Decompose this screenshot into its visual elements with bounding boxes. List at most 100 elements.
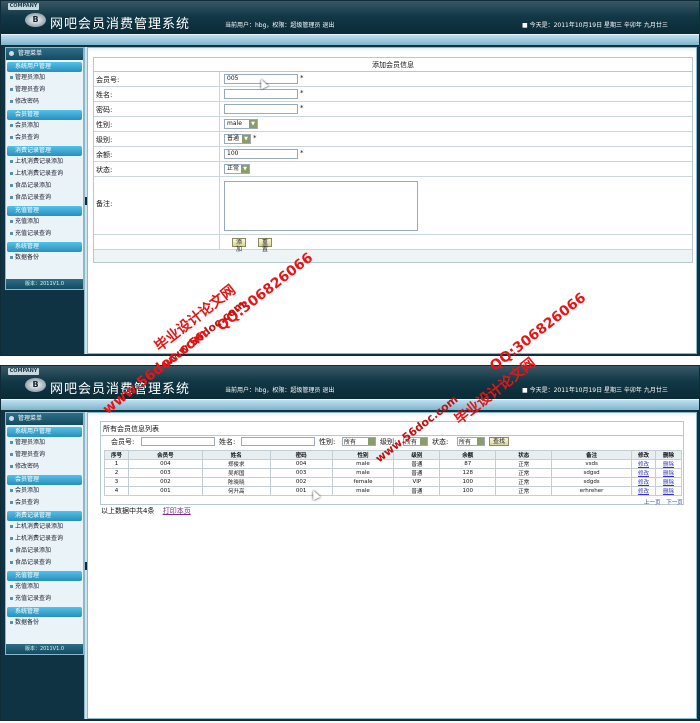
menu-item-backup[interactable]: 数据备份	[6, 617, 83, 629]
edit-link[interactable]: 修改	[638, 480, 649, 486]
menu-item-recharge-query[interactable]: 充值记录查询	[6, 593, 83, 605]
search-name-input[interactable]	[241, 437, 315, 446]
edit-link[interactable]: 修改	[638, 489, 649, 495]
search-button[interactable]: 查找	[489, 437, 510, 446]
gender-select[interactable]: male ▼	[224, 119, 258, 129]
delete-link[interactable]: 删除	[663, 462, 674, 468]
menu-item-food-query[interactable]: 食品记录查询	[6, 192, 83, 204]
delete-link[interactable]: 删除	[663, 480, 674, 486]
menu-item-food-query[interactable]: 食品记录查询	[6, 557, 83, 569]
menu-group-system-users[interactable]: 系统用户管理	[7, 62, 82, 72]
table-row: 3 002 陈晓晓 002 female VIP 100 正常 sdgds 修改 删除	[104, 477, 683, 487]
chevron-down-icon[interactable]	[477, 438, 484, 445]
search-status-select[interactable]: 所有	[457, 437, 485, 446]
menu-item-session-query[interactable]: 上机消费记录查询	[6, 168, 83, 180]
add-member-form: 添加会员信息 会员号: 005 * 姓名: * 密码: * 性别: male ▼ 级…	[93, 57, 693, 263]
prev-page-link[interactable]: 上一页	[644, 500, 661, 506]
row-name: 姓名: *	[94, 87, 692, 102]
menu-item-food-add[interactable]: 食品记录添加	[6, 545, 83, 557]
chevron-down-icon[interactable]: ▼	[249, 120, 257, 128]
edit-link[interactable]: 修改	[638, 462, 649, 468]
app-window-member-list: COMPANY B 网吧会员消费管理系统 当前用户：hbg，权限：超级管理员 退…	[0, 365, 700, 721]
sidebar-menu: 管理菜单 系统用户管理 管理员添加 管理员查询 修改密码 会员管理 会员添加 会…	[5, 47, 84, 290]
delete-link[interactable]: 删除	[663, 489, 674, 495]
user-info[interactable]: 当前用户：hbg，权限：超级管理员 退出	[225, 385, 334, 394]
required-mark: *	[300, 104, 304, 112]
menu-item-food-add[interactable]: 食品记录添加	[6, 180, 83, 192]
col-header: 删除	[654, 450, 683, 460]
menu-item-admin-add[interactable]: 管理员添加	[6, 72, 83, 84]
status-label: 状态:	[96, 166, 113, 174]
menu-group-system-users[interactable]: 系统用户管理	[7, 427, 82, 437]
menu-item-admin-add[interactable]: 管理员添加	[6, 437, 83, 449]
menu-item-recharge-query[interactable]: 充值记录查询	[6, 228, 83, 240]
member-list-panel: 所有会员信息列表 会员号: 姓名: 性别: 所有 级别: 所有 状态: 所有 查…	[100, 421, 684, 506]
menu-item-member-add[interactable]: 会员添加	[6, 485, 83, 497]
menu-item-admin-query[interactable]: 管理员查询	[6, 84, 83, 96]
menu-item-member-add[interactable]: 会员添加	[6, 120, 83, 132]
menu-item-session-query[interactable]: 上机消费记录查询	[6, 533, 83, 545]
chevron-down-icon[interactable]: ▼	[241, 165, 249, 173]
remark-label: 备注:	[96, 200, 113, 208]
chevron-down-icon[interactable]	[420, 438, 427, 445]
row-password: 密码: *	[94, 102, 692, 117]
status-select[interactable]: 正常 ▼	[224, 164, 250, 174]
pin-icon	[9, 51, 14, 56]
menu-group-consumption[interactable]: 消费记录管理	[7, 146, 82, 156]
member-table: 序号 会员号 姓名 密码 性别 级别 余额 状态 备注 修改 删除 1 004 …	[104, 450, 683, 496]
record-count: 以上数据中共4条	[101, 507, 155, 515]
delete-link[interactable]: 删除	[663, 471, 674, 477]
header-bar: COMPANY B 网吧会员消费管理系统 当前用户：hbg，权限：超级管理员 退…	[1, 1, 699, 34]
user-info[interactable]: 当前用户：hbg，权限：超级管理员 退出	[225, 20, 334, 29]
sub-toolbar	[1, 34, 699, 45]
row-gender: 性别: male ▼	[94, 117, 692, 132]
search-member-no-label: 会员号:	[111, 438, 135, 446]
row-buttons: 添加 重置	[94, 235, 692, 253]
name-input[interactable]	[224, 89, 298, 99]
col-header: 级别	[393, 450, 441, 460]
menu-group-members[interactable]: 会员管理	[7, 110, 82, 120]
add-button[interactable]: 添加	[232, 238, 247, 253]
balance-input[interactable]: 100	[224, 149, 298, 159]
table-row: 4 001 何升高 001 male 普通 100 正常 erhreher 修改 删除	[104, 486, 683, 496]
menu-group-recharge[interactable]: 充值管理	[7, 571, 82, 581]
list-footer: 以上数据中共4条 打印本页	[101, 506, 191, 516]
brand-logo: B	[25, 378, 46, 392]
password-input[interactable]	[224, 104, 298, 114]
edit-link[interactable]: 修改	[638, 471, 649, 477]
chevron-down-icon[interactable]: ▼	[242, 135, 250, 143]
menu-item-change-password[interactable]: 修改密码	[6, 461, 83, 473]
search-gender-select[interactable]: 所有	[342, 437, 376, 446]
next-page-link[interactable]: 下一页	[666, 500, 683, 506]
name-label: 姓名:	[96, 91, 113, 99]
level-select[interactable]: 普通 ▼	[224, 134, 251, 144]
menu-item-member-query[interactable]: 会员查询	[6, 497, 83, 509]
row-balance: 余额: 100 *	[94, 147, 692, 162]
menu-item-session-add[interactable]: 上机消费记录添加	[6, 156, 83, 168]
menu-item-session-add[interactable]: 上机消费记录添加	[6, 521, 83, 533]
chevron-down-icon[interactable]	[368, 438, 375, 445]
menu-group-system[interactable]: 系统管理	[7, 242, 82, 252]
menu-item-change-password[interactable]: 修改密码	[6, 96, 83, 108]
menu-group-system[interactable]: 系统管理	[7, 607, 82, 617]
col-header: 修改	[631, 450, 656, 460]
member-no-label: 会员号:	[96, 76, 120, 84]
col-header: 备注	[551, 450, 633, 460]
pager: 上一页 下一页	[644, 498, 683, 506]
remark-textarea[interactable]	[224, 181, 418, 231]
menu-item-admin-query[interactable]: 管理员查询	[6, 449, 83, 461]
menu-item-recharge-add[interactable]: 充值添加	[6, 581, 83, 593]
menu-item-backup[interactable]: 数据备份	[6, 252, 83, 264]
menu-group-consumption[interactable]: 消费记录管理	[7, 511, 82, 521]
search-member-no-input[interactable]	[141, 437, 215, 446]
reset-button[interactable]: 重置	[258, 238, 273, 253]
menu-item-member-query[interactable]: 会员查询	[6, 132, 83, 144]
main-content: 所有会员信息列表 会员号: 姓名: 性别: 所有 级别: 所有 状态: 所有 查…	[87, 412, 697, 719]
print-page-link[interactable]: 打印本页	[163, 507, 191, 515]
menu-group-recharge[interactable]: 充值管理	[7, 206, 82, 216]
pin-icon	[9, 416, 14, 421]
password-label: 密码:	[96, 106, 113, 114]
menu-group-members[interactable]: 会员管理	[7, 475, 82, 485]
menu-item-recharge-add[interactable]: 充值添加	[6, 216, 83, 228]
search-name-label: 姓名:	[219, 438, 236, 446]
